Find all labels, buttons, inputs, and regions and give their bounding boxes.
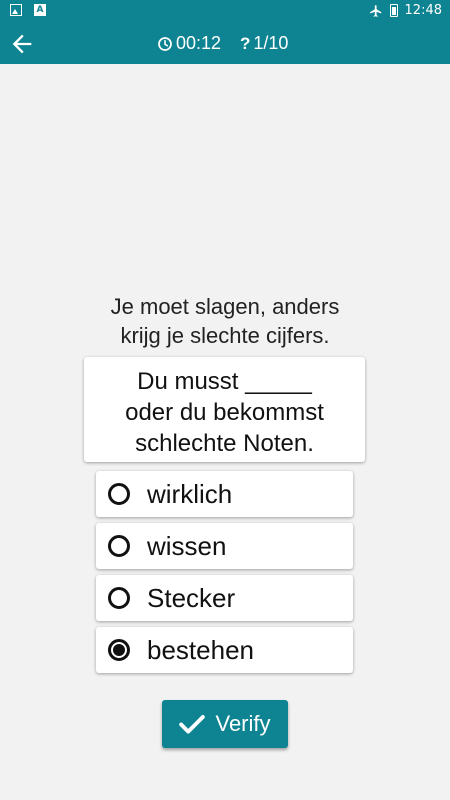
- answer-option-wissen[interactable]: wissen: [96, 523, 353, 569]
- radio-button-checked-icon[interactable]: [108, 639, 130, 661]
- radio-button-icon[interactable]: [108, 535, 130, 557]
- option-label: Stecker: [147, 582, 236, 613]
- answer-options: wirklich wissen Stecker bestehen: [96, 471, 353, 679]
- answer-option-bestehen[interactable]: bestehen: [96, 627, 353, 673]
- clock-icon: [158, 36, 172, 51]
- sentence-line: schlechte Noten.: [135, 430, 314, 457]
- timer: 00:12: [157, 33, 221, 54]
- option-label: bestehen: [147, 634, 254, 665]
- answer-option-stecker[interactable]: Stecker: [96, 575, 353, 621]
- option-label: wirklich: [147, 478, 233, 509]
- sentence-line: Du musst _____: [137, 368, 312, 395]
- prompt-line: krijg je slechte cijfers.: [120, 323, 330, 348]
- timer-value: 00:12: [176, 33, 222, 53]
- battery-icon: [389, 4, 398, 17]
- verify-label: Verify: [215, 711, 271, 736]
- image-notification-icon: [10, 4, 22, 16]
- a-badge-icon: A: [34, 4, 46, 16]
- verify-button[interactable]: Verify: [162, 700, 288, 748]
- airplane-icon: [369, 4, 381, 17]
- status-bar: A 12:48: [0, 0, 450, 24]
- checkmark-icon: [179, 715, 206, 734]
- question-counter: ? 1/10: [240, 33, 288, 54]
- back-arrow-icon[interactable]: [8, 30, 36, 58]
- prompt-line: Je moet slagen, anders: [110, 294, 340, 319]
- radio-button-icon[interactable]: [108, 483, 130, 505]
- app-bar: 00:12 ? 1/10: [0, 24, 450, 64]
- answer-option-wirklich[interactable]: wirklich: [96, 471, 353, 517]
- radio-button-icon[interactable]: [108, 587, 130, 609]
- question-prompt: Je moet slagen, anders krijg je slechte …: [0, 292, 450, 350]
- sentence-card: Du musst _____ oder du bekommst schlecht…: [84, 357, 365, 462]
- question-mark-icon: ?: [240, 33, 251, 53]
- status-time: 12:48: [404, 3, 442, 18]
- question-counter-value: 1/10: [253, 33, 289, 53]
- sentence-line: oder du bekommst: [125, 399, 324, 426]
- option-label: wissen: [147, 530, 227, 561]
